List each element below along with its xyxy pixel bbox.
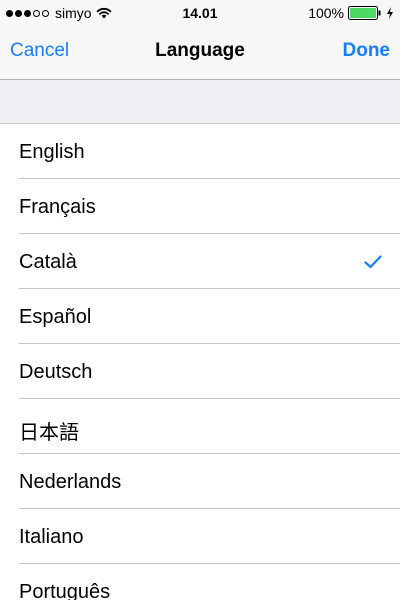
language-option-5[interactable]: Deutsch — [0, 344, 400, 399]
language-option-1[interactable]: English — [0, 124, 400, 179]
language-label: Italiano — [19, 526, 84, 548]
status-bar: simyo 14.01 100% — [0, 0, 400, 26]
language-label: Français — [19, 196, 96, 218]
language-label: Deutsch — [19, 361, 93, 383]
language-option-3[interactable]: Català — [0, 234, 400, 289]
language-option-8[interactable]: Italiano — [0, 509, 400, 564]
language-option-9[interactable]: Português — [0, 564, 400, 600]
language-label: Nederlands — [19, 471, 122, 493]
language-list: English Français Català Español Deutsch … — [0, 124, 400, 600]
section-header — [0, 80, 400, 124]
language-settings-screen: simyo 14.01 100% Cancel Language Done En… — [0, 0, 400, 600]
language-label: Català — [19, 251, 77, 273]
navigation-bar: Cancel Language Done — [0, 26, 400, 80]
battery-percentage: 100% — [308, 5, 344, 21]
language-label: Português — [19, 581, 111, 600]
language-label: English — [19, 141, 85, 163]
language-option-2[interactable]: Français — [0, 179, 400, 234]
language-option-4[interactable]: Español — [0, 289, 400, 344]
language-label: Español — [19, 306, 92, 328]
battery-icon — [348, 6, 381, 20]
status-right: 100% — [308, 5, 394, 21]
charging-bolt-icon — [387, 7, 393, 19]
language-option-6[interactable]: 日本語 — [0, 399, 400, 454]
checkmark-icon — [364, 255, 382, 269]
cancel-button[interactable]: Cancel — [10, 40, 69, 62]
done-button[interactable]: Done — [343, 40, 391, 62]
language-option-7[interactable]: Nederlands — [0, 454, 400, 509]
language-label: 日本語 — [19, 422, 79, 444]
